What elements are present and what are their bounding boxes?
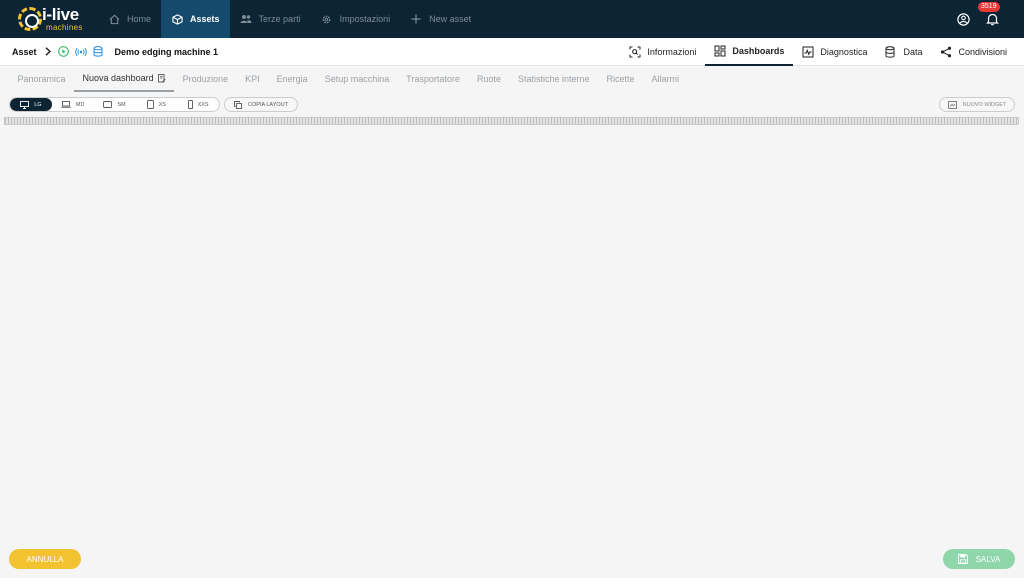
nav-terze-parti-label: Terze parti <box>258 14 301 24</box>
new-widget-label: NUOVO WIDGET <box>962 101 1007 108</box>
gear-icon <box>321 13 333 25</box>
nav-new-asset[interactable]: New asset <box>400 0 481 38</box>
dashboard-tab-produzione[interactable]: Produzione <box>174 66 237 92</box>
database-stack-icon <box>885 45 897 58</box>
desktop-icon <box>20 100 30 109</box>
brand-sub: machines <box>46 23 83 32</box>
nav-terze-parti[interactable]: Terze parti <box>230 0 311 38</box>
breakpoint-lg-label: LG <box>34 101 42 108</box>
add-widget-icon <box>947 100 957 109</box>
nav-new-asset-label: New asset <box>429 14 472 24</box>
dashboard-tab-nuova-dashboard-label: Nuova dashboard <box>82 73 154 83</box>
cube-icon <box>171 13 183 25</box>
brand-logo[interactable]: i-live machines <box>0 0 98 38</box>
nav-assets[interactable]: Assets <box>161 0 230 38</box>
dashboard-tab-energia[interactable]: Energia <box>268 66 316 92</box>
search-scan-icon <box>629 46 641 58</box>
copy-layout-button[interactable]: COPIA LAYOUT <box>224 97 298 112</box>
tablet-portrait-icon <box>146 100 154 109</box>
user-account-icon[interactable] <box>957 12 970 26</box>
nav-home-label: Home <box>127 14 152 24</box>
tab-condivisioni-label: Condivisioni <box>958 46 1007 57</box>
gear-logo-icon <box>18 7 42 31</box>
breakpoint-selector: LG MD SM XS XXS <box>9 97 220 112</box>
home-icon <box>108 13 120 25</box>
tab-informazioni[interactable]: Informazioni <box>620 38 705 66</box>
database-icon <box>93 46 103 57</box>
nav-impostazioni[interactable]: Impostazioni <box>311 0 401 38</box>
tab-diagnostica-label: Diagnostica <box>820 46 868 57</box>
save-button-label: SALVA <box>975 554 1001 564</box>
dashboard-tab-ricette[interactable]: Ricette <box>598 66 643 92</box>
edit-document-icon[interactable] <box>157 73 166 83</box>
breakpoint-lg[interactable]: LG <box>10 98 52 111</box>
floppy-disk-icon <box>957 554 968 564</box>
dashboard-tab-statistiche-interne[interactable]: Statistiche interne <box>509 66 598 92</box>
dashboard-tab-nuova-dashboard[interactable]: Nuova dashboard <box>74 66 175 92</box>
breakpoint-xs[interactable]: XS <box>135 98 177 111</box>
dashboard-tab-setup-macchina[interactable]: Setup macchina <box>316 66 398 92</box>
share-icon <box>940 46 952 58</box>
signal-broadcast-icon <box>74 47 87 57</box>
notifications-button[interactable]: 3519 <box>978 2 1000 26</box>
breakpoint-sm-label: SM <box>117 101 126 108</box>
dashboard-tabs: Panoramica Nuova dashboard Produzione KP… <box>9 66 688 92</box>
play-circle-icon[interactable] <box>57 46 69 57</box>
copy-icon <box>234 100 242 109</box>
notification-count-badge: 3519 <box>978 2 1000 12</box>
dashboard-tab-allarmi[interactable]: Allarmi <box>643 66 688 92</box>
breakpoint-sm[interactable]: SM <box>94 98 136 111</box>
tab-condivisioni[interactable]: Condivisioni <box>931 38 1016 66</box>
brand-name: i-live <box>42 5 79 24</box>
breakpoint-xxs[interactable]: XXS <box>177 98 219 111</box>
tab-data-label: Data <box>903 46 923 57</box>
dashboard-tab-panoramica[interactable]: Panoramica <box>9 66 74 92</box>
breadcrumb-bar: Asset Demo edging machine 1 Informazioni… <box>0 38 1024 66</box>
tab-dashboards[interactable]: Dashboards <box>705 38 794 66</box>
tab-data[interactable]: Data <box>876 38 931 66</box>
plus-icon <box>410 13 422 25</box>
nav-assets-label: Assets <box>190 14 220 24</box>
diagnostics-icon <box>802 46 814 58</box>
asset-title: Demo edging machine 1 <box>114 46 219 57</box>
cancel-button-label: ANNULLA <box>26 554 64 564</box>
breakpoint-xs-label: XS <box>158 101 166 108</box>
laptop-icon <box>61 101 71 108</box>
new-widget-button[interactable]: NUOVO WIDGET <box>939 97 1015 112</box>
top-navbar: i-live machines Home Assets Terze parti … <box>0 0 1024 38</box>
nav-impostazioni-label: Impostazioni <box>339 14 391 24</box>
bell-icon <box>986 13 999 26</box>
phone-icon <box>187 100 193 109</box>
tablet-landscape-icon <box>103 101 113 108</box>
asset-section-tabs: Informazioni Dashboards Diagnostica Data… <box>620 38 1016 66</box>
cancel-button[interactable]: ANNULLA <box>9 549 81 569</box>
breakpoint-md[interactable]: MD <box>52 98 94 111</box>
dashboard-icon <box>714 45 726 57</box>
breakpoint-md-label: MD <box>75 101 85 108</box>
dashboard-tab-ruote[interactable]: Ruote <box>468 66 509 92</box>
tab-dashboards-label: Dashboards <box>732 45 785 56</box>
people-icon <box>240 13 252 25</box>
chevron-right-icon <box>45 47 51 56</box>
breakpoint-xxs-label: XXS <box>197 101 209 108</box>
copy-layout-label: COPIA LAYOUT <box>248 101 288 108</box>
dashboard-tab-trasportatore[interactable]: Trasportatore <box>398 66 469 92</box>
tab-informazioni-label: Informazioni <box>647 46 697 57</box>
logo-mark: i-live machines <box>18 4 98 34</box>
dashboard-tab-kpi[interactable]: KPI <box>237 66 269 92</box>
save-button[interactable]: SALVA <box>943 549 1015 569</box>
topbar-actions: 3519 <box>957 2 1024 26</box>
nav-home[interactable]: Home <box>98 0 161 38</box>
tab-diagnostica[interactable]: Diagnostica <box>793 38 876 66</box>
breadcrumb-asset-link[interactable]: Asset <box>12 47 37 57</box>
dashboard-grid-row[interactable] <box>4 117 1019 125</box>
